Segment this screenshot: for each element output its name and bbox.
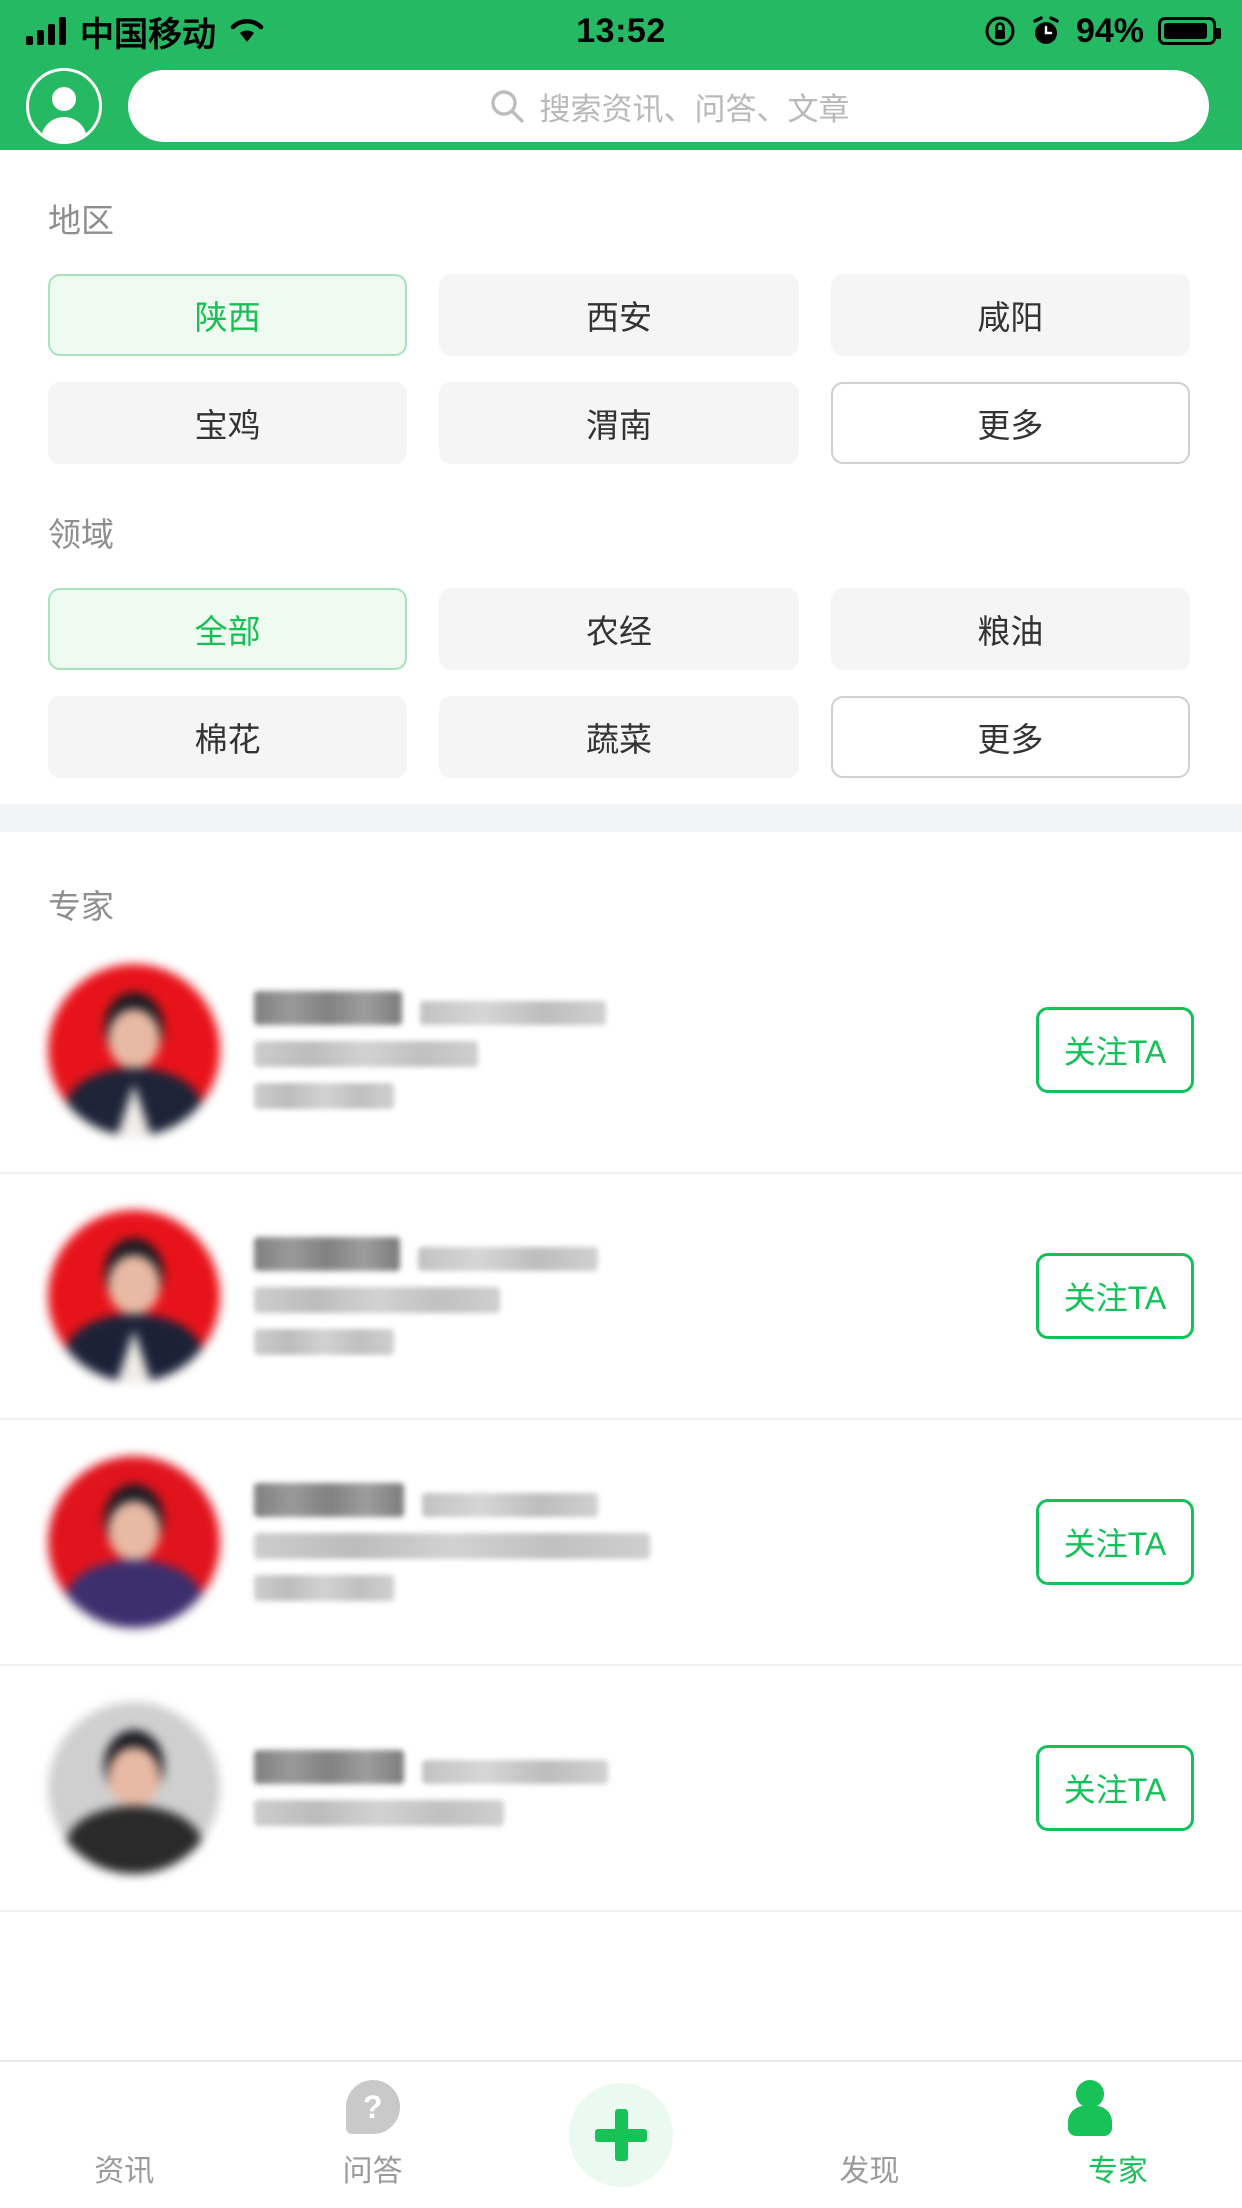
- experts-section-title: 专家: [48, 888, 114, 925]
- chip-region-0[interactable]: 陕西: [48, 274, 408, 356]
- tab-news[interactable]: 资讯: [0, 2080, 248, 2190]
- follow-button[interactable]: 关注TA: [1036, 1007, 1194, 1093]
- avatar: [48, 964, 220, 1136]
- expert-role: [254, 1329, 394, 1355]
- section-divider-band: [0, 804, 1242, 832]
- expert-list-item[interactable]: 关注TA: [0, 928, 1242, 1174]
- expert-subtitle: [422, 1760, 608, 1784]
- chip-region-2[interactable]: 咸阳: [830, 274, 1190, 356]
- expert-name: [254, 1237, 400, 1271]
- expert-name: [254, 991, 402, 1025]
- expert-organization: [254, 1800, 504, 1826]
- expert-list-item[interactable]: 关注TA: [0, 1174, 1242, 1420]
- status-bar: 中国移动 13:52 94%: [0, 0, 1242, 62]
- tab-discover[interactable]: 发现: [745, 2080, 993, 2190]
- expert-name: [254, 1483, 404, 1517]
- tab-discover-label: 发现: [839, 2155, 900, 2188]
- tab-create[interactable]: [497, 2083, 745, 2187]
- experts-section: 专家 关注TA 关注TA 关注TA 关注TA: [0, 832, 1242, 1912]
- chip-field-2[interactable]: 粮油: [830, 588, 1190, 670]
- avatar: [48, 1456, 220, 1628]
- expert-info: [254, 1483, 1002, 1601]
- person-icon: [1090, 2080, 1146, 2136]
- expert-organization: [254, 1041, 478, 1067]
- chip-region-4[interactable]: 渭南: [439, 382, 799, 464]
- chip-group-region: 陕西 西安 咸阳 宝鸡 渭南 更多: [0, 242, 1242, 464]
- follow-button[interactable]: 关注TA: [1036, 1499, 1194, 1585]
- tab-experts[interactable]: 专家: [994, 2080, 1242, 2190]
- chip-field-1[interactable]: 农经: [439, 588, 799, 670]
- clock-label: 13:52: [576, 11, 666, 50]
- tab-news-label: 资讯: [94, 2155, 155, 2188]
- search-input[interactable]: 搜索资讯、问答、文章: [128, 70, 1209, 142]
- chip-field-more[interactable]: 更多: [830, 696, 1190, 778]
- expert-subtitle: [418, 1247, 598, 1271]
- filter-panel: 地区 陕西 西安 咸阳 宝鸡 渭南 更多 领域 全部 农经 粮油 棉花 蔬菜 更…: [0, 150, 1242, 804]
- expert-info: [254, 991, 1002, 1109]
- expert-list-item[interactable]: 关注TA: [0, 1666, 1242, 1912]
- follow-button[interactable]: 关注TA: [1036, 1253, 1194, 1339]
- avatar: [48, 1702, 220, 1874]
- expert-list-item[interactable]: 关注TA: [0, 1420, 1242, 1666]
- expert-info: [254, 1237, 1002, 1355]
- user-avatar-icon[interactable]: [26, 68, 102, 144]
- avatar: [48, 1210, 220, 1382]
- chip-field-4[interactable]: 蔬菜: [439, 696, 799, 778]
- expert-role: [254, 1083, 394, 1109]
- plus-icon[interactable]: [569, 2083, 674, 2187]
- expert-name: [254, 1750, 404, 1784]
- tab-qa-label: 问答: [342, 2155, 403, 2188]
- search-icon: [490, 90, 524, 123]
- chip-region-more[interactable]: 更多: [830, 382, 1190, 464]
- tab-experts-label: 专家: [1087, 2155, 1148, 2188]
- bookmark-icon: [96, 2080, 152, 2136]
- app-screen: 中国移动 13:52 94% 搜索资讯、问答、文章 地区 陕西 西安 咸阳 宝鸡…: [0, 0, 1242, 2208]
- search-placeholder: 搜索资讯、问答、文章: [539, 91, 850, 127]
- chip-region-1[interactable]: 西安: [439, 274, 799, 356]
- tab-qa[interactable]: ? 问答: [248, 2080, 496, 2190]
- follow-button[interactable]: 关注TA: [1036, 1745, 1194, 1831]
- chip-field-0[interactable]: 全部: [48, 588, 408, 670]
- expert-info: [254, 1750, 1002, 1826]
- compass-icon: [841, 2080, 897, 2136]
- expert-role: [254, 1575, 394, 1601]
- app-header: 搜索资讯、问答、文章: [0, 62, 1242, 150]
- expert-subtitle: [420, 1001, 606, 1025]
- expert-subtitle: [422, 1493, 598, 1517]
- chip-group-field: 全部 农经 粮油 棉花 蔬菜 更多: [0, 556, 1242, 778]
- filter-title-field: 领域: [48, 516, 114, 553]
- battery-icon: [1158, 17, 1221, 45]
- chip-field-3[interactable]: 棉花: [48, 696, 408, 778]
- expert-organization: [254, 1287, 500, 1313]
- question-mark-icon: ?: [345, 2080, 401, 2136]
- filter-title-region: 地区: [48, 202, 114, 239]
- chip-region-3[interactable]: 宝鸡: [48, 382, 408, 464]
- expert-organization: [254, 1533, 650, 1559]
- bottom-tab-bar: 资讯 ? 问答 发现 专家: [0, 2060, 1242, 2208]
